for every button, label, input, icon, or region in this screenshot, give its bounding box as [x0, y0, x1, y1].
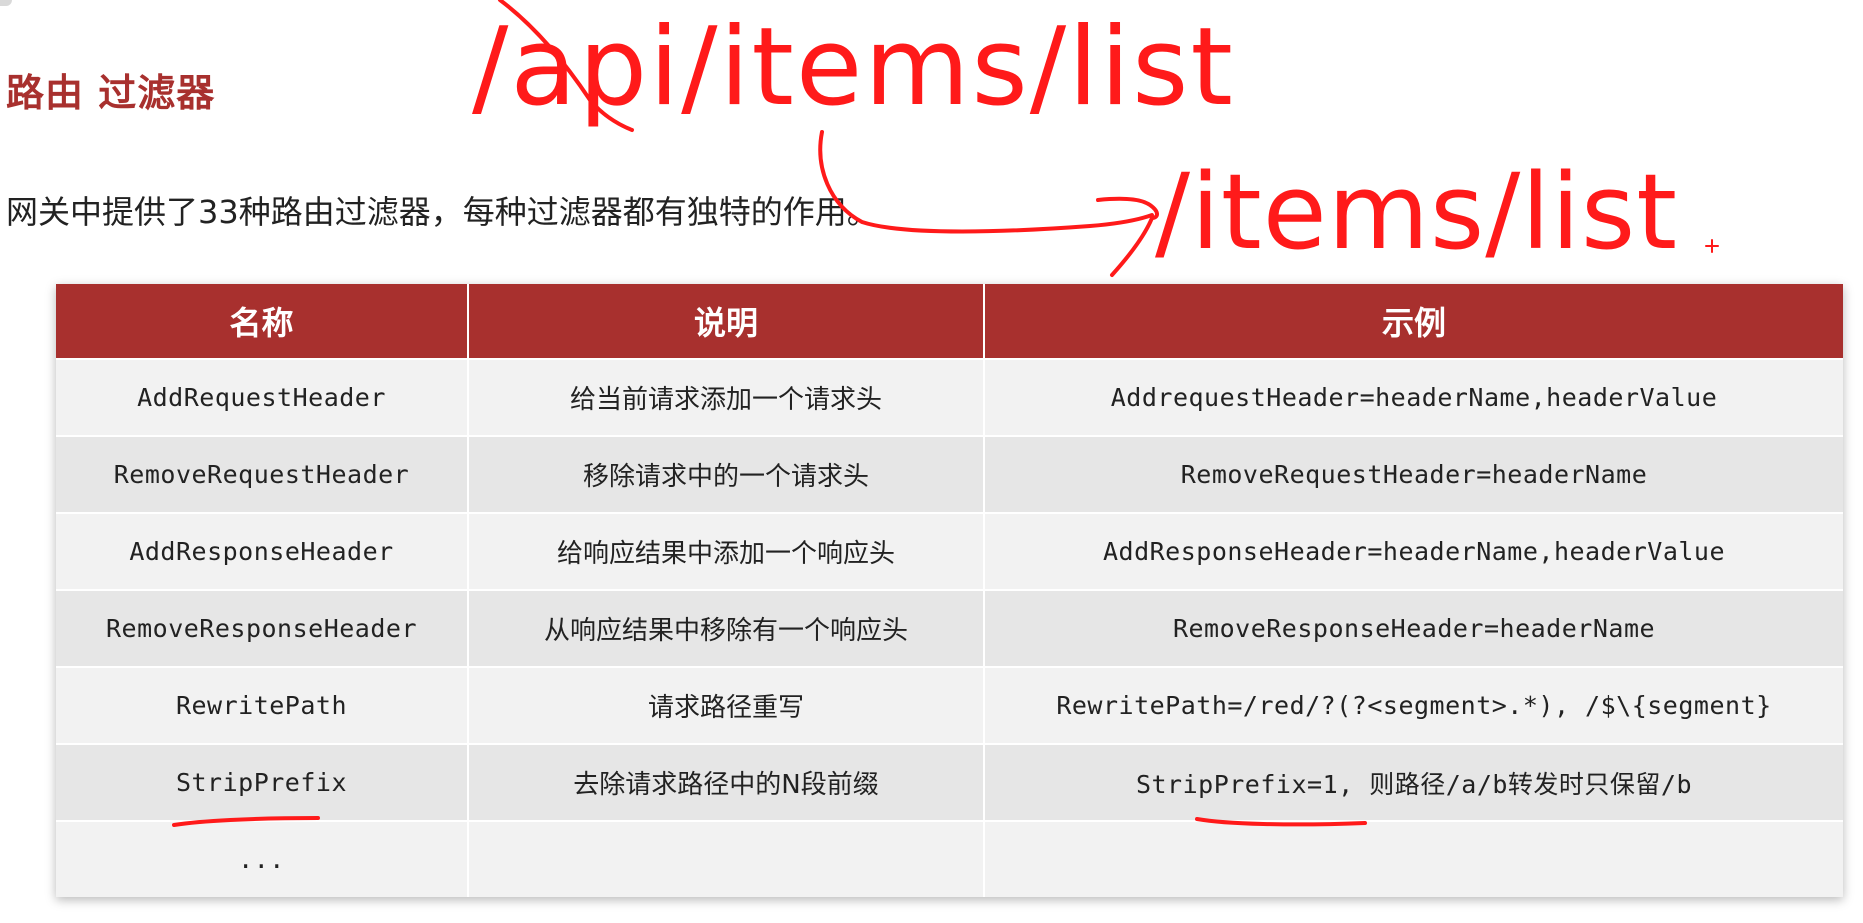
table-row: AddResponseHeader 给响应结果中添加一个响应头 AddRespo…	[56, 512, 1843, 590]
cell-description: 给当前请求添加一个请求头	[468, 358, 985, 436]
cell-name: RemoveResponseHeader	[56, 589, 469, 667]
table-row: StripPrefix 去除请求路径中的N段前缀 StripPrefix=1, …	[56, 743, 1843, 821]
cell-name: StripPrefix	[56, 743, 469, 821]
table-row: ...	[56, 820, 1843, 897]
column-header-name: 名称	[56, 284, 469, 359]
table-row: RemoveResponseHeader 从响应结果中移除有一个响应头 Remo…	[56, 589, 1843, 667]
table-header-row: 名称 说明 示例	[56, 284, 1843, 359]
cell-description: 移除请求中的一个请求头	[468, 435, 985, 513]
column-header-description: 说明	[468, 284, 985, 359]
cell-example: RemoveResponseHeader=headerName	[984, 589, 1843, 667]
top-edge-fragment	[0, 0, 12, 6]
cell-example: StripPrefix=1, 则路径/a/b转发时只保留/b	[984, 743, 1843, 821]
handwritten-api-path: /api/items/list	[472, 5, 1235, 130]
cell-example	[984, 820, 1843, 897]
column-header-example: 示例	[984, 284, 1843, 359]
cell-name: RewritePath	[56, 666, 469, 744]
cell-description	[468, 820, 985, 897]
arrowhead-top-stroke	[1096, 196, 1159, 220]
filter-table: 名称 说明 示例 AddRequestHeader 给当前请求添加一个请求头 A…	[56, 284, 1843, 897]
cell-description: 请求路径重写	[468, 666, 985, 744]
cell-example: RewritePath=/red/?(?<segment>.*), /$\{se…	[984, 666, 1843, 744]
cell-name: RemoveRequestHeader	[56, 435, 469, 513]
table-row: AddRequestHeader 给当前请求添加一个请求头 Addrequest…	[56, 358, 1843, 436]
page-subtitle: 网关中提供了33种路由过滤器，每种过滤器都有独特的作用。	[6, 193, 879, 231]
handwritten-target-path: /items/list	[1155, 151, 1678, 273]
table-row: RemoveRequestHeader 移除请求中的一个请求头 RemoveRe…	[56, 435, 1843, 513]
cell-name: ...	[56, 820, 469, 897]
arrowhead-bottom-stroke	[1110, 216, 1154, 277]
table-row: RewritePath 请求路径重写 RewritePath=/red/?(?<…	[56, 666, 1843, 744]
cell-name: AddRequestHeader	[56, 358, 469, 436]
page-title: 路由 过滤器	[6, 71, 216, 115]
cell-description: 给响应结果中添加一个响应头	[468, 512, 985, 590]
cell-example: AddResponseHeader=headerName,headerValue	[984, 512, 1843, 590]
cell-name: AddResponseHeader	[56, 512, 469, 590]
cell-example: RemoveRequestHeader=headerName	[984, 435, 1843, 513]
cell-example: AddrequestHeader=headerName,headerValue	[984, 358, 1843, 436]
cell-description: 去除请求路径中的N段前缀	[468, 743, 985, 821]
cell-description: 从响应结果中移除有一个响应头	[468, 589, 985, 667]
